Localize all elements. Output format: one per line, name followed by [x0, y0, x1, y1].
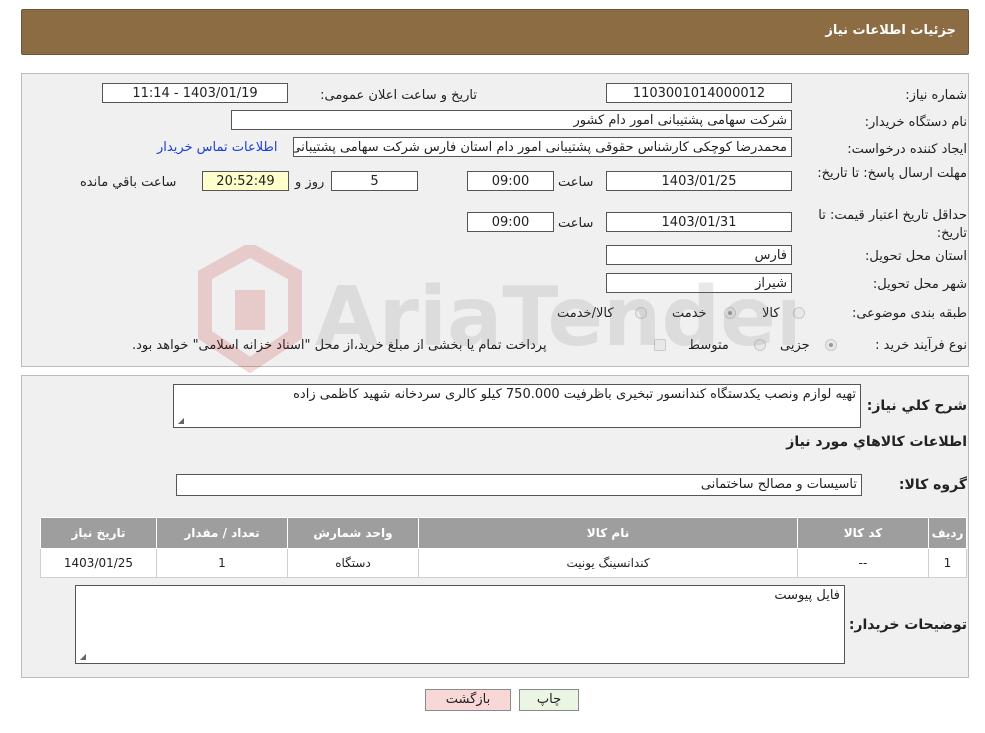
goods-table: رديف کد کالا نام کالا واحد شمارش تعداد /… — [40, 517, 967, 578]
category-radio-goods-service[interactable] — [635, 307, 647, 319]
city-label: شهر محل تحویل: — [872, 277, 967, 292]
remaining-time-field: 20:52:49 — [202, 171, 289, 191]
validity-time-label: ساعت — [558, 216, 594, 231]
cell-date: 1403/01/25 — [40, 548, 157, 578]
col-code: کد کالا — [797, 517, 929, 549]
province-label: استان محل تحویل: — [865, 249, 967, 264]
goods-group-label: گروه کالا: — [898, 477, 967, 493]
need-number-label: شماره نیاز: — [905, 88, 967, 103]
days-field: 5 — [331, 171, 418, 191]
purchase-radio-medium[interactable] — [754, 339, 766, 351]
validity-time-field: 09:00 — [467, 212, 554, 232]
buyer-notes-label: توضیحات خریدار: — [848, 617, 967, 633]
cell-unit: دستگاه — [287, 548, 419, 578]
purchase-note: پرداخت تمام یا بخشی از مبلغ خرید،از محل … — [132, 338, 547, 353]
remaining-label: ساعت باقي مانده — [80, 175, 177, 190]
buyer-notes-field: فایل پیوست ◢ — [75, 585, 845, 664]
cell-name: کندانسینگ یونیت — [418, 548, 798, 578]
back-button[interactable]: بازگشت — [425, 689, 511, 711]
creator-label: ایجاد کننده درخواست: — [847, 142, 967, 157]
goods-table-header: رديف کد کالا نام کالا واحد شمارش تعداد /… — [40, 517, 967, 549]
cell-code: -- — [797, 548, 929, 578]
purchase-option-medium: متوسط — [688, 338, 729, 353]
goods-group-field: تاسیسات و مصالح ساختمانی — [176, 474, 862, 496]
deadline-time-field: 09:00 — [467, 171, 554, 191]
deadline-label: مهلت ارسال پاسخ: تا تاریخ: — [817, 166, 967, 181]
goods-info-title: اطلاعات کالاهاي مورد نياز — [786, 434, 967, 450]
days-label: روز و — [295, 175, 325, 190]
col-unit: واحد شمارش — [287, 517, 419, 549]
col-date: تاریخ نیاز — [40, 517, 157, 549]
summary-text: تهیه لوازم ونصب یکدستگاه کندانسور تبخیری… — [293, 387, 856, 402]
deadline-time-label: ساعت — [558, 175, 594, 190]
table-row: 1 -- کندانسینگ یونیت دستگاه 1 1403/01/25 — [40, 548, 967, 578]
validity-date-field: 1403/01/31 — [606, 212, 792, 232]
announce-label: تاریخ و ساعت اعلان عمومی: — [320, 88, 477, 103]
col-qty: تعداد / مقدار — [156, 517, 288, 549]
validity-label: حداقل تاریخ اعتبار قیمت: تا تاریخ: — [818, 208, 967, 241]
summary-label: شرح کلي نياز: — [866, 398, 967, 414]
category-option-goods-service: کالا/خدمت — [557, 306, 614, 321]
resize-grip-icon[interactable]: ◢ — [78, 653, 86, 661]
print-button[interactable]: چاپ — [519, 689, 579, 711]
page-title: جزئیات اطلاعات نیاز — [825, 23, 956, 38]
purchase-type-label: نوع فرآیند خرید : — [875, 338, 967, 353]
col-row: رديف — [928, 517, 967, 549]
buyer-contact-link[interactable]: اطلاعات تماس خریدار — [157, 140, 277, 155]
category-option-goods: کالا — [762, 306, 780, 321]
buyer-org-field: شرکت سهامی پشتیبانی امور دام کشور — [231, 110, 792, 130]
category-radio-goods[interactable] — [793, 307, 805, 319]
purchase-option-minor: جزیی — [780, 338, 810, 353]
city-field: شیراز — [606, 273, 792, 293]
col-name: نام کالا — [418, 517, 798, 549]
category-label: طبقه بندی موضوعی: — [851, 306, 967, 321]
cell-qty: 1 — [156, 548, 288, 578]
summary-field: تهیه لوازم ونصب یکدستگاه کندانسور تبخیری… — [173, 384, 861, 428]
deadline-date-field: 1403/01/25 — [606, 171, 792, 191]
cell-row: 1 — [928, 548, 967, 578]
purchase-radio-minor[interactable] — [825, 339, 837, 351]
resize-grip-icon[interactable]: ◢ — [176, 417, 184, 425]
need-number-field: 1103001014000012 — [606, 83, 792, 103]
category-radio-service[interactable] — [724, 307, 736, 319]
page-header: جزئیات اطلاعات نیاز — [21, 9, 969, 55]
buyer-notes-text: فایل پیوست — [774, 588, 840, 603]
buyer-org-label: نام دستگاه خریدار: — [864, 115, 967, 130]
creator-field: محمدرضا کوچکی کارشناس حقوقی پشتیبانی امو… — [293, 137, 792, 157]
treasury-checkbox[interactable] — [654, 339, 666, 351]
province-field: فارس — [606, 245, 792, 265]
category-option-service: خدمت — [672, 306, 707, 321]
announce-field: 1403/01/19 - 11:14 — [102, 83, 288, 103]
